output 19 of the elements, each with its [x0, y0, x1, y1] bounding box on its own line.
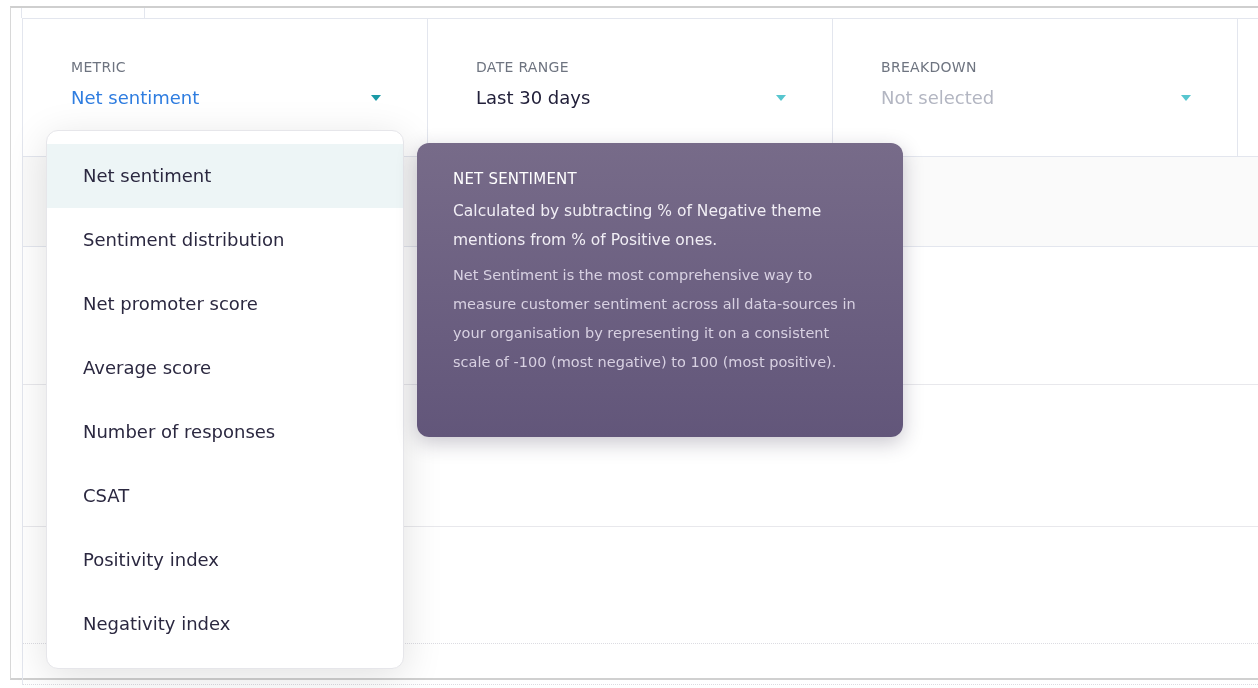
menu-item[interactable]: Net promoter score [47, 272, 403, 336]
caret-icon [776, 94, 786, 101]
tooltip-text: Calculated by subtracting % of Negative theme mentions from % of Positive ones. [453, 201, 823, 251]
tooltip-text: Net Sentiment is the most comprehensive way to measure customer sentiment across all data-sources in your organisation by representing it on a consistent scale of -100 (most negative) to 100 (most positive). [453, 266, 857, 372]
menu-item[interactable]: Positivity index [47, 528, 403, 592]
filter-label: BREAKDOWN [881, 59, 978, 75]
menu-item[interactable]: CSAT [47, 464, 403, 528]
menu-item[interactable]: Average score [47, 336, 403, 400]
menu-item[interactable]: Negativity index [47, 592, 403, 656]
select-field[interactable]: Last 30 days [476, 87, 786, 108]
filter-label: DATE RANGE [476, 59, 570, 75]
caret-icon [1181, 94, 1192, 101]
menu-item[interactable]: Sentiment distribution [47, 208, 403, 272]
select-field[interactable]: Net sentiment [71, 87, 381, 108]
filter-label: METRIC [71, 59, 127, 75]
menu-item[interactable]: Net sentiment [47, 144, 403, 208]
caret-icon [371, 94, 381, 101]
tooltip-title: NET SENTIMENT [453, 170, 578, 188]
menu-item[interactable]: Number of responses [47, 400, 403, 464]
